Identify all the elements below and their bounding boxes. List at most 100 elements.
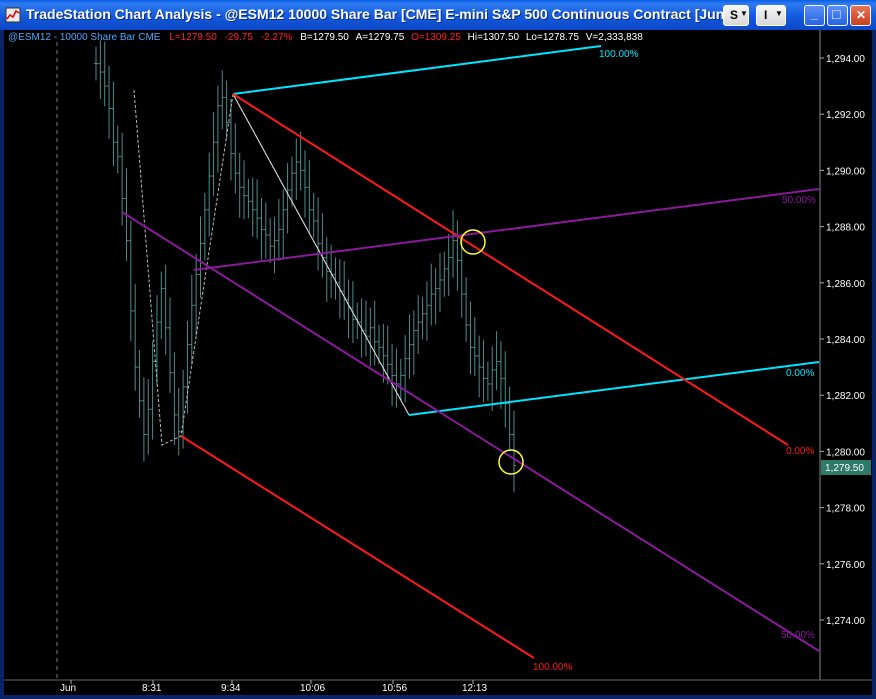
price-bar [294,138,299,201]
price-bar [468,301,473,375]
price-bar [276,199,281,261]
price-bar [233,123,238,194]
chevron-down-icon: ▼ [740,9,748,18]
price-tick-label: 1,282.00 [826,391,865,402]
price-bar [451,210,456,278]
chevron-down-icon: ▼ [775,9,783,18]
price-bar [163,264,168,355]
price-bar [411,310,416,375]
indicator-menu-button[interactable]: I ▼ [756,5,786,26]
price-bar [394,348,399,408]
price-bar [346,279,351,339]
price-bar [224,80,229,140]
status-high: Hi=1307.50 [467,32,520,43]
price-tick-label: 1,276.00 [826,560,865,571]
symbol-button-label: S [730,8,739,22]
price-tick-label: 1,294.00 [826,54,865,65]
price-bar [481,340,486,402]
price-bar [342,260,347,320]
price-bar [207,152,212,237]
time-tick-label: 12:13 [462,683,487,694]
price-bar [120,132,125,226]
price-bar [285,163,290,234]
price-bar [268,218,273,264]
time-tick-label: 8:31 [142,683,162,694]
price-tick-label: 1,286.00 [826,279,865,290]
price-bar [424,281,429,341]
price-bar [111,81,116,166]
tradestation-app-icon [5,7,21,23]
status-line: @ESM12 - 10000 Share Bar CME L=1279.50 -… [8,32,643,43]
price-bar [281,189,286,260]
price-tick-label: 1,292.00 [826,110,865,121]
price-bar [485,361,490,401]
fib-label-purple-lower: 50.00% [781,630,815,641]
price-bar [168,297,173,393]
price-chart[interactable]: 1,294.00 1,292.00 1,290.00 1,288.00 1,286.00… [4,30,872,695]
price-tick-label: 1,290.00 [826,166,865,177]
status-bid: B=1279.50 [300,32,349,43]
close-icon: ✕ [856,8,867,22]
price-bar [433,268,438,325]
price-bar [446,233,451,296]
status-ask: A=1279.75 [355,32,405,43]
price-bar [363,300,368,357]
price-bar [416,295,421,355]
price-bar [189,274,194,365]
price-bar [185,321,190,414]
price-bar [242,160,247,220]
price-bar [141,377,146,462]
symbol-menu-button[interactable]: S ▼ [723,5,749,26]
price-bar [324,237,329,302]
cyan-fib-line-100[interactable] [232,45,602,95]
price-bar [176,387,181,456]
last-price-marker: 1,279.50 [825,463,864,474]
price-bar [259,197,264,260]
title-bar[interactable]: TradeStation Chart Analysis - @ESM12 100… [0,0,876,30]
price-bar [154,295,159,386]
price-tick-label: 1,288.00 [826,223,865,234]
price-bar [472,317,477,377]
price-bar [198,216,203,298]
price-bar [98,40,103,100]
minimize-button[interactable]: _ [804,5,825,26]
minimize-icon: _ [811,7,818,21]
price-bar [442,251,447,297]
price-bar [429,263,434,326]
red-fib-line-0[interactable] [232,93,789,446]
status-volume: V=2,333,838 [585,32,643,43]
fib-label-purple-upper: 50.00% [782,195,816,206]
price-bar [272,217,277,274]
price-bar [381,323,386,383]
price-bar [498,341,503,409]
close-button[interactable]: ✕ [850,5,871,26]
price-bar [311,192,316,238]
price-bar [94,46,98,81]
fib-label-cyan-top: 100.00% [599,49,639,60]
price-bar [298,131,303,191]
status-change-pct: -2.27% [260,32,293,43]
fib-label-red-lower: 100.00% [533,662,573,673]
maximize-button[interactable]: □ [827,5,848,26]
price-bar [133,283,138,391]
price-bar [320,213,325,278]
red-fib-line-100[interactable] [180,435,535,659]
time-tick-label: 10:06 [300,683,325,694]
status-change: -29.75 [224,32,253,43]
price-bar [211,111,216,197]
price-bar [490,346,495,411]
time-tick-label: 10:56 [382,683,407,694]
price-bar [220,70,225,130]
price-bar [237,152,242,218]
price-bar [503,351,508,428]
price-bar [255,179,260,239]
window-title: TradeStation Chart Analysis - @ESM12 100… [26,6,745,22]
price-tick-label: 1,278.00 [826,504,865,515]
zigzag-line [133,89,410,446]
price-bar [390,344,395,406]
purple-fib-line-lower[interactable] [121,211,820,652]
chart-area[interactable]: 1,294.00 1,292.00 1,290.00 1,288.00 1,286.00… [4,30,872,695]
fib-label-red-upper: 0.00% [786,446,814,457]
price-bar [246,178,251,219]
fib-label-cyan-bottom: 0.00% [786,368,814,379]
